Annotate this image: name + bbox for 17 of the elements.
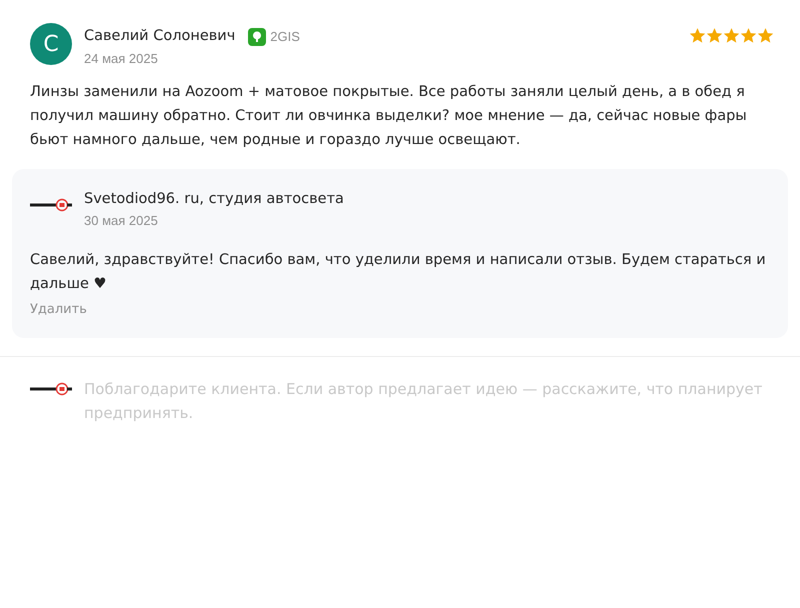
author-name: Савелий Солоневич bbox=[84, 27, 236, 46]
reply-date: 30 мая 2025 bbox=[84, 212, 159, 230]
tree-icon bbox=[248, 28, 266, 46]
star-icon bbox=[689, 27, 706, 44]
star-icon bbox=[757, 27, 774, 44]
logo-icon bbox=[30, 382, 72, 396]
logo-icon bbox=[30, 198, 72, 212]
reply-author: Svetodiod96. ru, студия автосвета bbox=[84, 190, 344, 210]
avatar: С bbox=[30, 23, 72, 65]
delete-link[interactable]: Удалить bbox=[30, 300, 87, 319]
star-icon bbox=[706, 27, 723, 44]
review-text: Линзы заменили на Aozoom + матовое покрытые. Все работы заняли целый день, а в обед я получил машину обратно. Стоит ли овчинка выделки? мое мнение — да, сейчас новые фары бьют намного дальше, чем родные и гораздо лучше освещают. bbox=[30, 83, 748, 150]
star-icon bbox=[723, 27, 740, 44]
source-label: 2GIS bbox=[270, 28, 300, 46]
reply-text: Савелий, здравствуйте! Спасибо вам, что уделили время и написали отзыв. Будем стараться и дальше ♥ bbox=[30, 250, 767, 294]
review-date: 24 мая 2025 bbox=[84, 50, 159, 68]
star-icon bbox=[740, 27, 757, 44]
